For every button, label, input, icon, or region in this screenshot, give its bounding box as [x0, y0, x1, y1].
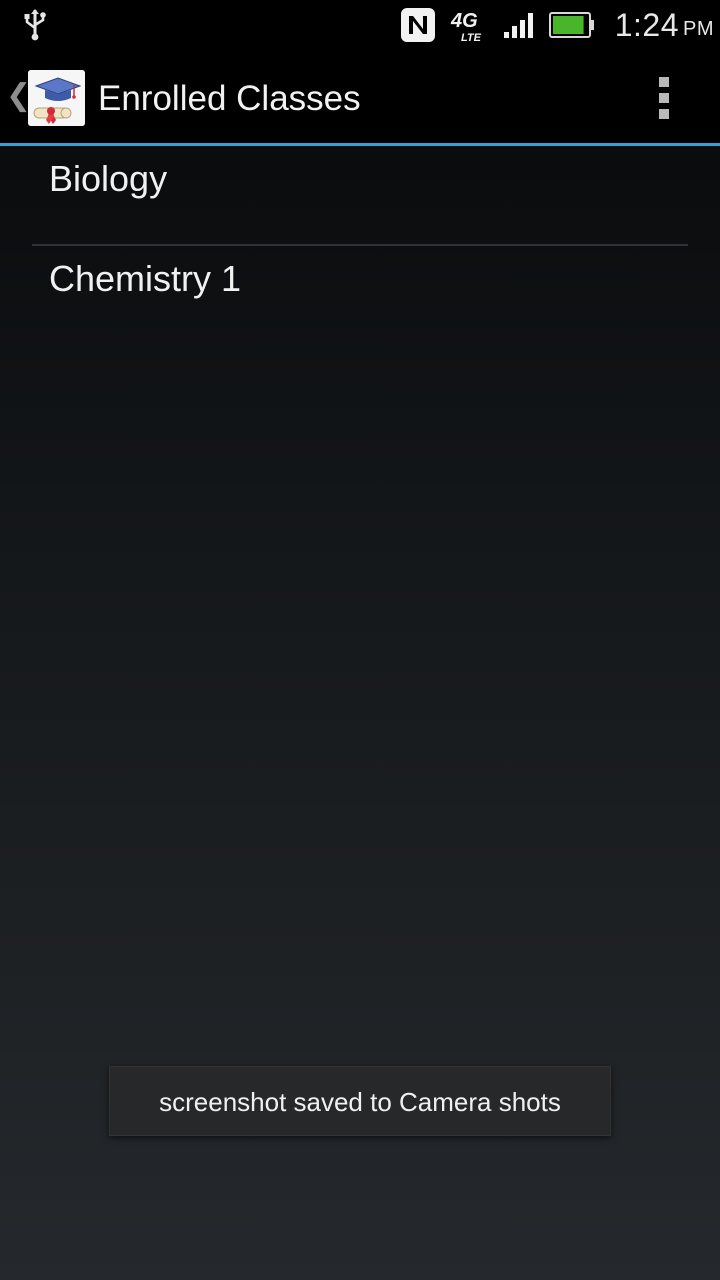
status-bar: 4G LTE 1:24 PM [0, 0, 720, 50]
status-time: 1:24 [614, 6, 679, 43]
overflow-dot [659, 109, 669, 119]
nfc-icon [398, 0, 438, 50]
page-title: Enrolled Classes [98, 79, 361, 118]
list-item-label: Biology [49, 158, 168, 199]
toast-text: screenshot saved to Camera shots [159, 1087, 561, 1117]
svg-text:4G: 4G [450, 10, 478, 32]
svg-text:LTE: LTE [461, 32, 482, 43]
signal-icon [500, 0, 540, 50]
list-item-biology[interactable]: Biology [32, 146, 688, 244]
up-chevron-icon[interactable]: ❮ [6, 76, 31, 116]
list-item-chemistry-1[interactable]: Chemistry 1 [32, 246, 688, 344]
battery-icon [548, 0, 596, 50]
status-ampm: PM [683, 17, 714, 40]
list-item-label: Chemistry 1 [49, 258, 242, 299]
app-logo-icon[interactable] [28, 70, 85, 126]
4g-lte-icon: 4G LTE [448, 0, 492, 50]
overflow-dot [659, 77, 669, 87]
enrolled-classes-list: Biology Chemistry 1 [32, 146, 688, 344]
toast-message: screenshot saved to Camera shots [109, 1066, 611, 1136]
usb-icon [18, 0, 52, 50]
status-clock: 1:24 PM [600, 0, 714, 50]
overflow-dot [659, 93, 669, 103]
overflow-menu-button[interactable] [640, 70, 688, 126]
action-bar: ❮ Enrolled Classes [0, 50, 720, 146]
